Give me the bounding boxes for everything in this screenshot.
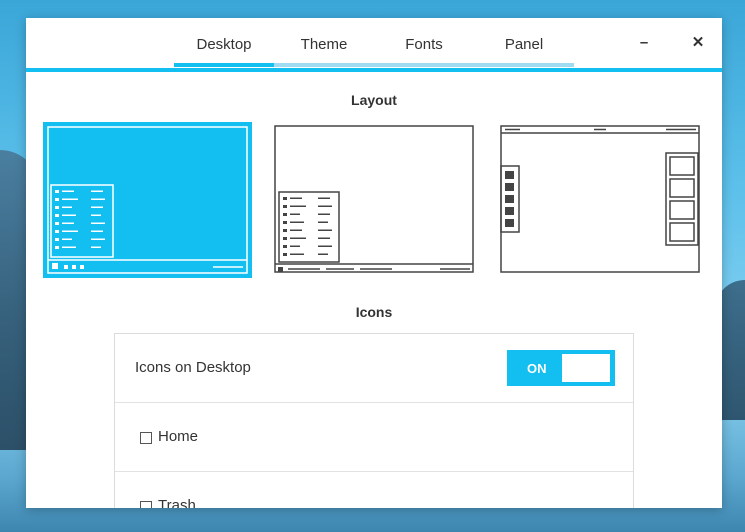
tab-panel-indicator (474, 63, 574, 67)
tab-desktop-label: Desktop (196, 36, 252, 53)
minimize-button[interactable]: – (633, 32, 655, 54)
tab-theme-label: Theme (300, 36, 348, 53)
trash-checkbox[interactable] (140, 501, 152, 508)
home-checkbox[interactable] (140, 432, 152, 444)
tab-theme-indicator (274, 63, 374, 67)
tab-panel-label: Panel (504, 36, 544, 53)
tab-theme[interactable]: Theme (274, 18, 374, 67)
tab-fonts[interactable]: Fonts (374, 18, 474, 67)
layout-option-top-panel-side-docks[interactable] (500, 122, 700, 279)
icons-on-desktop-label: Icons on Desktop (135, 359, 251, 376)
icons-on-desktop-toggle[interactable]: ON (507, 350, 615, 386)
tab-desktop[interactable]: Desktop (174, 18, 274, 67)
icons-on-desktop-row: Icons on Desktop ON (115, 334, 633, 403)
icons-section-title: Icons (355, 304, 393, 320)
close-button[interactable]: ✕ (687, 32, 709, 54)
tab-panel[interactable]: Panel (474, 18, 574, 67)
layout-section-title: Layout (351, 92, 397, 108)
home-checkbox-label[interactable]: Home (158, 428, 198, 445)
tab-fonts-indicator (374, 63, 474, 67)
icons-settings-card: Icons on Desktop ON Home Trash (114, 333, 634, 508)
layout-outline-preview-icon (274, 125, 474, 273)
layout-bottom-panel-preview-icon (43, 122, 252, 278)
toggle-state-label: ON (527, 361, 547, 376)
tab-bar: Desktop Theme Fonts Panel (174, 18, 574, 68)
minimize-icon: – (639, 34, 649, 51)
tab-fonts-label: Fonts (405, 36, 443, 53)
home-icon-row: Home (115, 403, 633, 472)
trash-checkbox-label[interactable]: Trash (158, 497, 196, 508)
tab-desktop-indicator (174, 63, 274, 67)
layout-docks-preview-icon (500, 125, 700, 273)
layout-option-bottom-panel-outline[interactable] (274, 122, 474, 279)
toggle-knob (562, 354, 610, 382)
desktop-settings-window: Desktop Theme Fonts Panel – ✕ Layout Ico… (26, 18, 722, 508)
layout-option-bottom-panel[interactable] (43, 122, 253, 284)
close-icon: ✕ (691, 34, 705, 51)
window-header: Desktop Theme Fonts Panel – ✕ (26, 18, 722, 72)
trash-icon-row: Trash (115, 472, 633, 508)
